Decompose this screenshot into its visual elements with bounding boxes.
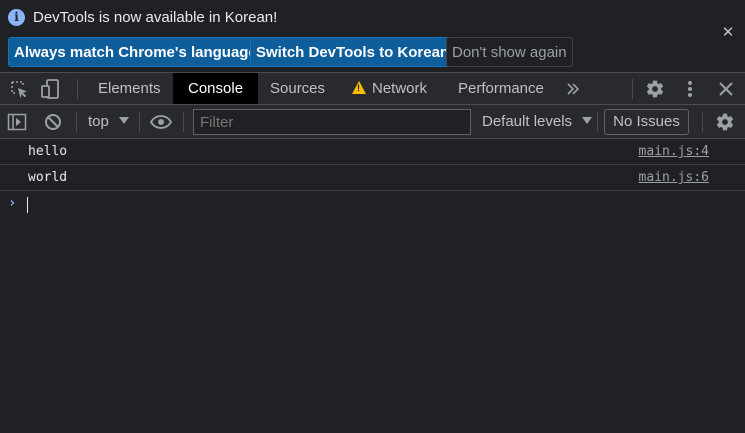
console-messages: hello main.js:4 world main.js:6 › <box>0 139 745 217</box>
device-toolbar-icon[interactable] <box>38 73 64 104</box>
console-message: hello main.js:4 <box>0 139 745 165</box>
toolbar-divider <box>183 112 184 132</box>
prompt-chevron-icon: › <box>8 195 17 211</box>
language-infobar: i DevTools is now available in Korean! A… <box>0 0 745 72</box>
context-label: top <box>88 113 109 130</box>
source-link[interactable]: main.js:6 <box>639 170 709 185</box>
kebab-menu-icon[interactable] <box>679 73 701 104</box>
levels-label: Default levels <box>482 113 573 130</box>
tab-network-label: Network <box>372 80 428 97</box>
console-prompt[interactable]: › <box>0 191 745 217</box>
text-caret <box>27 197 28 213</box>
issues-button[interactable]: No Issues <box>604 109 689 135</box>
console-message: world main.js:6 <box>0 165 745 191</box>
live-expression-eye-icon[interactable] <box>148 105 174 138</box>
dropdown-arrow-icon <box>582 117 593 124</box>
console-toolbar: top Default levels No Issues <box>0 105 745 139</box>
settings-icon[interactable] <box>642 73 668 104</box>
dont-show-again-button[interactable]: Don't show again <box>446 37 573 67</box>
source-link[interactable]: main.js:4 <box>639 144 709 159</box>
tab-sources[interactable]: Sources <box>255 73 340 104</box>
close-devtools-icon[interactable] <box>713 73 739 104</box>
main-tabbar: Elements Console Sources Network Perform… <box>0 72 745 105</box>
log-levels-dropdown[interactable]: Default levels <box>482 105 593 138</box>
always-match-language-button[interactable]: Always match Chrome's language <box>8 37 263 67</box>
clear-console-icon[interactable] <box>40 105 66 138</box>
warning-icon <box>352 81 366 94</box>
toolbar-divider <box>76 112 77 132</box>
execution-context-select[interactable]: top <box>88 105 130 138</box>
message-text: hello <box>28 144 68 159</box>
tab-elements[interactable]: Elements <box>83 73 176 104</box>
tab-console[interactable]: Console <box>173 73 259 104</box>
close-icon[interactable]: ✕ <box>720 25 736 41</box>
toolbar-divider <box>702 112 703 132</box>
dropdown-arrow-icon <box>119 117 130 124</box>
toolbar-divider <box>632 79 633 99</box>
sidebar-toggle-icon[interactable] <box>4 105 30 138</box>
message-text: world <box>28 170 68 185</box>
switch-to-korean-button[interactable]: Switch DevTools to Korean <box>250 37 456 67</box>
tab-network[interactable]: Network <box>337 73 442 104</box>
toolbar-divider <box>597 112 598 132</box>
info-icon: i <box>8 9 25 26</box>
toolbar-divider <box>139 112 140 132</box>
double-chevron-icon[interactable] <box>560 73 586 104</box>
infobar-message: DevTools is now available in Korean! <box>33 9 278 26</box>
inspect-element-icon[interactable] <box>6 73 32 104</box>
filter-input[interactable] <box>193 109 471 135</box>
console-settings-icon[interactable] <box>712 105 738 138</box>
tab-performance[interactable]: Performance <box>443 73 559 104</box>
toolbar-divider <box>77 79 78 99</box>
